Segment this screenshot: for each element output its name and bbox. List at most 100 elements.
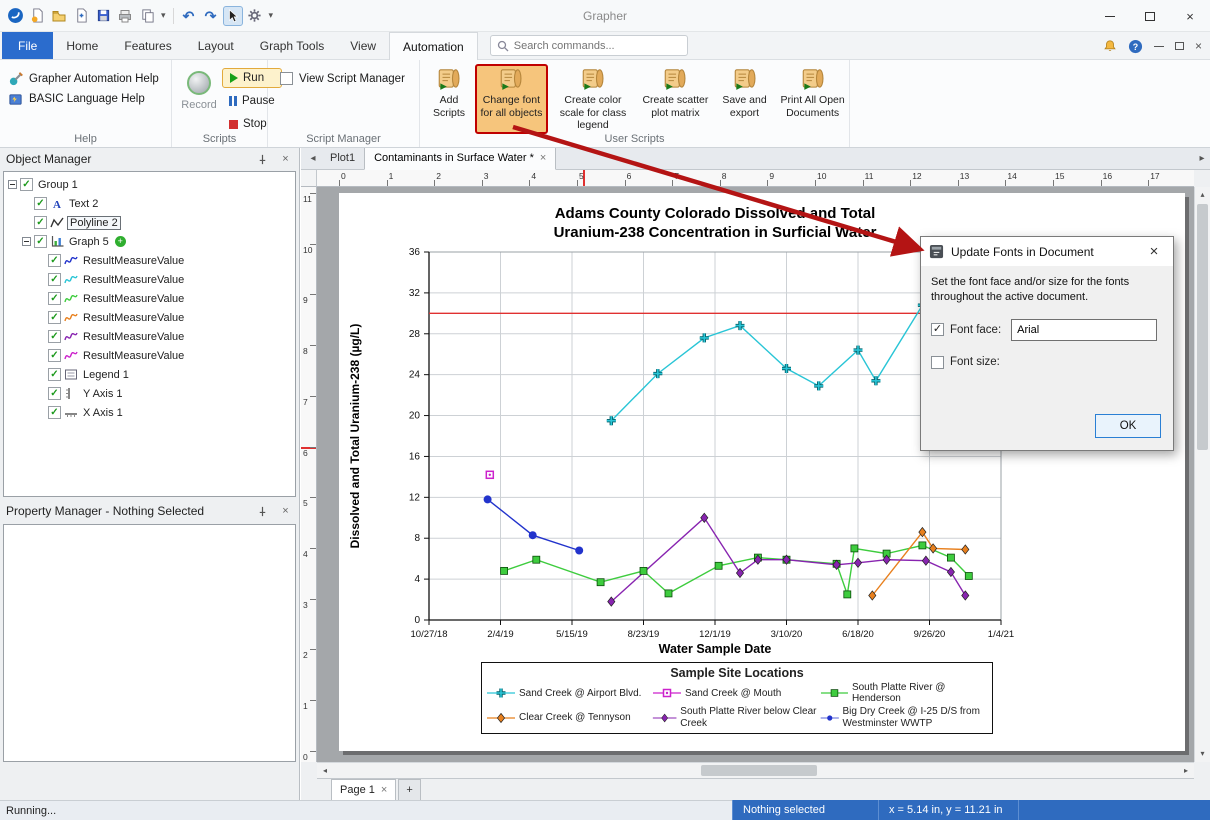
tree-item[interactable]: ✓ ResultMeasureValue bbox=[4, 308, 295, 327]
tree-item[interactable]: ✓AText 2 bbox=[4, 194, 295, 213]
help-icon[interactable]: ? bbox=[1128, 39, 1143, 54]
visibility-checkbox[interactable]: ✓ bbox=[48, 330, 61, 343]
tree-item[interactable]: ✓Group 1 bbox=[4, 175, 295, 194]
print-icon[interactable] bbox=[115, 6, 135, 26]
tree-item-label[interactable]: Polyline 2 bbox=[67, 216, 121, 230]
ruler-horizontal[interactable]: 01234567891011121314151617 bbox=[317, 170, 1194, 187]
doc-tab-contaminants[interactable]: Contaminants in Surface Water * × bbox=[364, 147, 556, 170]
tree-item[interactable]: ✓ResultMeasureValue bbox=[4, 346, 295, 365]
grapher-logo-icon[interactable] bbox=[5, 6, 25, 26]
open-folder-icon[interactable] bbox=[49, 6, 69, 26]
chart-legend[interactable]: Sample Site Locations Sand Creek @ Airpo… bbox=[481, 662, 993, 734]
window-close-button[interactable]: × bbox=[1170, 0, 1210, 32]
dialog-close-button[interactable]: × bbox=[1143, 243, 1165, 260]
save-dropdown-icon[interactable]: ▾ bbox=[159, 10, 168, 21]
command-search-box[interactable] bbox=[490, 35, 688, 56]
vertical-scrollbar[interactable]: ▴ ▾ bbox=[1194, 187, 1210, 762]
tab-layout[interactable]: Layout bbox=[185, 32, 247, 59]
tab-scroll-left-icon[interactable]: ◂ bbox=[305, 148, 321, 169]
redo-icon[interactable]: ↷ bbox=[201, 6, 221, 26]
tree-item-label[interactable]: Text 2 bbox=[67, 198, 100, 210]
visibility-checkbox[interactable]: ✓ bbox=[48, 273, 61, 286]
user-script-print-all-button[interactable]: Print All Open Documents bbox=[776, 64, 849, 134]
tab-scroll-right-icon[interactable]: ▸ bbox=[1194, 148, 1210, 169]
new-document-icon[interactable] bbox=[27, 6, 47, 26]
tree-item-label[interactable]: ResultMeasureValue bbox=[81, 312, 186, 324]
tab-automation[interactable]: Automation bbox=[389, 32, 478, 60]
select-pointer-icon[interactable] bbox=[223, 6, 243, 26]
ruler-vertical[interactable]: 11109876543210 bbox=[301, 187, 317, 762]
minimize-ribbon-icon[interactable] bbox=[1154, 46, 1164, 47]
pin-icon[interactable] bbox=[257, 506, 272, 517]
window-maximize-button[interactable] bbox=[1130, 0, 1170, 32]
scroll-right-icon[interactable]: ▸ bbox=[1178, 763, 1194, 778]
tree-item-label[interactable]: ResultMeasureValue bbox=[81, 255, 186, 267]
basic-help-button[interactable]: BASIC Language Help bbox=[8, 89, 171, 109]
tab-graph-tools[interactable]: Graph Tools bbox=[247, 32, 337, 59]
restore-panels-icon[interactable] bbox=[1175, 42, 1184, 50]
toolbar-overflow-icon[interactable]: ▾ bbox=[267, 10, 276, 21]
tree-item[interactable]: ✓ResultMeasureValue bbox=[4, 289, 295, 308]
options-gear-icon[interactable] bbox=[245, 6, 265, 26]
tree-item[interactable]: ✓ Legend 1 bbox=[4, 365, 295, 384]
tab-file[interactable]: File bbox=[2, 32, 53, 59]
tree-item-label[interactable]: Graph 5 bbox=[67, 236, 111, 248]
tree-item-label[interactable]: ResultMeasureValue bbox=[81, 293, 186, 305]
tree-item-label[interactable]: Group 1 bbox=[36, 179, 80, 191]
visibility-checkbox[interactable]: ✓ bbox=[34, 216, 47, 229]
tree-item-label[interactable]: ResultMeasureValue bbox=[81, 350, 186, 362]
visibility-checkbox[interactable]: ✓ bbox=[34, 235, 47, 248]
scroll-down-icon[interactable]: ▾ bbox=[1195, 746, 1210, 762]
close-page-icon[interactable]: × bbox=[381, 780, 387, 800]
user-script-change-font-button[interactable]: Change font for all objects bbox=[475, 64, 548, 134]
tree-item[interactable]: ✓ X Axis 1 bbox=[4, 403, 295, 422]
vertical-scroll-thumb[interactable] bbox=[1197, 204, 1208, 450]
close-panel-icon[interactable]: × bbox=[278, 505, 293, 517]
font-face-checkbox[interactable]: ✓ bbox=[931, 323, 944, 336]
window-minimize-button[interactable] bbox=[1090, 0, 1130, 32]
doc-tab-plot1[interactable]: Plot1 bbox=[321, 148, 364, 169]
visibility-checkbox[interactable]: ✓ bbox=[48, 254, 61, 267]
view-script-manager-checkbox[interactable]: View Script Manager bbox=[280, 72, 405, 85]
tree-item[interactable]: ✓ ResultMeasureValue bbox=[4, 270, 295, 289]
scroll-up-icon[interactable]: ▴ bbox=[1195, 187, 1210, 203]
automation-help-button[interactable]: Grapher Automation Help bbox=[8, 69, 171, 89]
visibility-checkbox[interactable]: ✓ bbox=[48, 368, 61, 381]
tree-item[interactable]: ✓ Polyline 2 bbox=[4, 213, 295, 232]
tree-item-label[interactable]: Legend 1 bbox=[81, 369, 131, 381]
visibility-checkbox[interactable]: ✓ bbox=[48, 406, 61, 419]
import-icon[interactable] bbox=[71, 6, 91, 26]
horizontal-scrollbar[interactable]: ◂ ▸ bbox=[317, 762, 1194, 778]
add-page-button[interactable]: + bbox=[398, 779, 420, 800]
visibility-checkbox[interactable]: ✓ bbox=[48, 311, 61, 324]
tab-home[interactable]: Home bbox=[53, 32, 111, 59]
expander-icon[interactable] bbox=[22, 237, 31, 246]
close-document-icon[interactable]: × bbox=[1195, 39, 1202, 53]
tree-item[interactable]: ✓ResultMeasureValue bbox=[4, 327, 295, 346]
record-button[interactable]: Record bbox=[178, 71, 220, 111]
user-script-color-scale-button[interactable]: Create color scale for class legend bbox=[551, 64, 635, 135]
page-tab[interactable]: Page 1 × bbox=[331, 779, 396, 800]
font-face-input[interactable] bbox=[1011, 319, 1157, 341]
scroll-left-icon[interactable]: ◂ bbox=[317, 763, 333, 778]
tree-item-label[interactable]: Y Axis 1 bbox=[81, 388, 125, 400]
visibility-checkbox[interactable]: ✓ bbox=[20, 178, 33, 191]
tree-item-label[interactable]: X Axis 1 bbox=[81, 407, 125, 419]
close-panel-icon[interactable]: × bbox=[278, 153, 293, 165]
user-script-save-export-button[interactable]: Save and export bbox=[716, 64, 773, 134]
ok-button[interactable]: OK bbox=[1095, 414, 1161, 438]
user-script-add-scripts-button[interactable]: Add Scripts bbox=[426, 64, 472, 134]
visibility-checkbox[interactable]: ✓ bbox=[48, 387, 61, 400]
expander-icon[interactable] bbox=[8, 180, 17, 189]
search-input[interactable] bbox=[514, 40, 681, 52]
tree-item[interactable]: ✓Graph 5+ bbox=[4, 232, 295, 251]
save-icon[interactable] bbox=[93, 6, 113, 26]
tab-view[interactable]: View bbox=[337, 32, 389, 59]
font-size-checkbox[interactable] bbox=[931, 356, 944, 369]
close-tab-icon[interactable]: × bbox=[540, 148, 546, 169]
tree-item[interactable]: ✓ Y Axis 1 bbox=[4, 384, 295, 403]
tree-item[interactable]: ✓ ResultMeasureValue bbox=[4, 251, 295, 270]
tree-item-label[interactable]: ResultMeasureValue bbox=[81, 274, 186, 286]
copy-icon[interactable] bbox=[137, 6, 157, 26]
pin-icon[interactable] bbox=[257, 154, 272, 165]
